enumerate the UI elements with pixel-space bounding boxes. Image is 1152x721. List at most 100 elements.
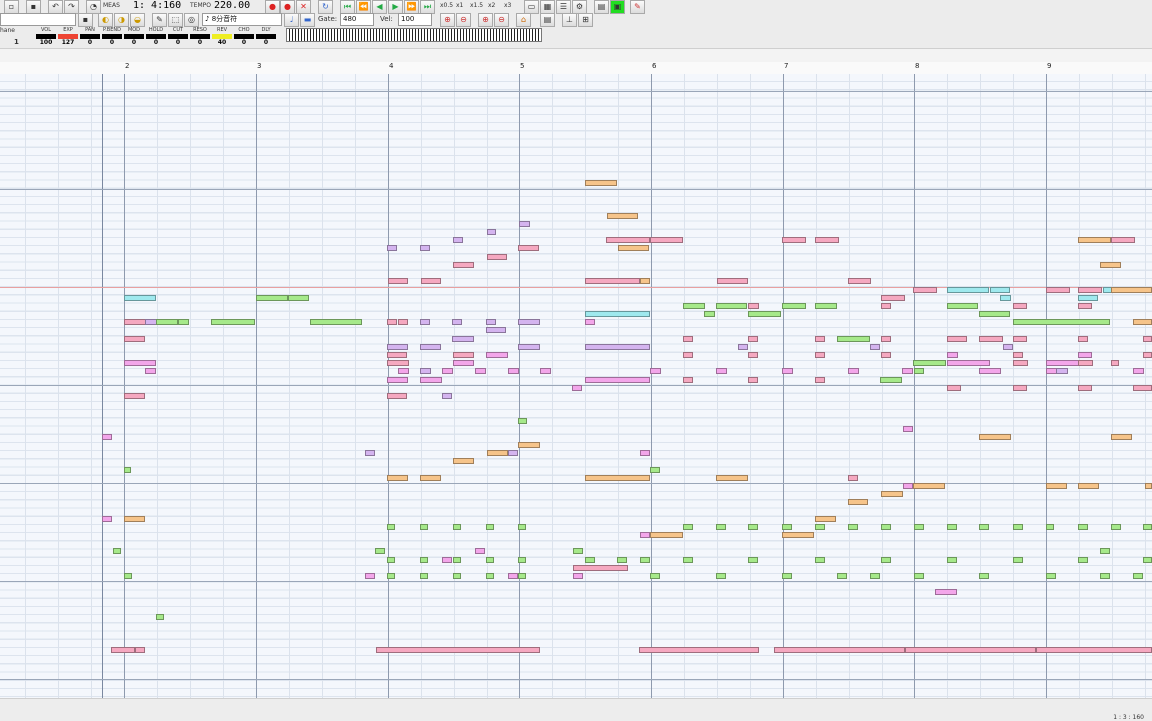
note-block[interactable] bbox=[453, 458, 474, 464]
note-block[interactable] bbox=[848, 475, 858, 481]
note-block[interactable] bbox=[420, 573, 428, 579]
note-block[interactable] bbox=[1111, 434, 1132, 440]
fast-forward-icon[interactable]: ⏩ bbox=[404, 0, 419, 14]
note-block[interactable] bbox=[518, 524, 526, 530]
note-block[interactable] bbox=[420, 245, 430, 251]
note-block[interactable] bbox=[782, 532, 814, 538]
gate-input[interactable]: 480 bbox=[340, 13, 374, 26]
note-block[interactable] bbox=[848, 278, 871, 284]
rate-x1[interactable]: x1 bbox=[456, 2, 463, 9]
note-block[interactable] bbox=[453, 237, 463, 243]
rate-x15[interactable]: x1.5 bbox=[470, 2, 483, 9]
home-icon[interactable]: ⌂ bbox=[516, 13, 531, 27]
note-block[interactable] bbox=[881, 557, 891, 563]
play-icon[interactable]: ▶ bbox=[388, 0, 403, 14]
note-block[interactable] bbox=[453, 262, 474, 268]
note-block[interactable] bbox=[486, 557, 494, 563]
note-block[interactable] bbox=[782, 368, 793, 374]
note-block[interactable] bbox=[156, 319, 178, 325]
note-block[interactable] bbox=[1111, 524, 1121, 530]
open-file-icon[interactable]: ▪ bbox=[26, 0, 41, 14]
note-block[interactable] bbox=[486, 327, 506, 333]
note-block[interactable] bbox=[518, 557, 526, 563]
note-block[interactable] bbox=[881, 336, 891, 342]
note-block[interactable] bbox=[387, 245, 397, 251]
note-block[interactable] bbox=[585, 278, 640, 284]
window-icon[interactable]: ▭ bbox=[524, 0, 539, 14]
note-block[interactable] bbox=[683, 336, 693, 342]
note-block[interactable] bbox=[1143, 557, 1152, 563]
note-block[interactable] bbox=[365, 450, 375, 456]
note-block[interactable] bbox=[1046, 524, 1054, 530]
note-block[interactable] bbox=[947, 287, 989, 293]
note-block[interactable] bbox=[256, 295, 288, 301]
note-block[interactable] bbox=[815, 524, 825, 530]
erase-icon[interactable]: ✕ bbox=[296, 0, 311, 14]
note-block[interactable] bbox=[113, 548, 121, 554]
note-block[interactable] bbox=[585, 344, 650, 350]
note-block[interactable] bbox=[124, 573, 132, 579]
note-block[interactable] bbox=[376, 647, 540, 653]
note-block[interactable] bbox=[815, 516, 836, 522]
grid-view-icon[interactable]: ▦ bbox=[540, 0, 555, 14]
note-block[interactable] bbox=[979, 336, 1003, 342]
note-block[interactable] bbox=[453, 360, 474, 366]
piano-roll-grid[interactable] bbox=[0, 74, 1152, 698]
note-block[interactable] bbox=[903, 426, 913, 432]
note-block[interactable] bbox=[387, 524, 395, 530]
note-block[interactable] bbox=[145, 368, 156, 374]
note-block[interactable] bbox=[748, 352, 758, 358]
note-block[interactable] bbox=[1078, 483, 1099, 489]
note-block[interactable] bbox=[815, 557, 825, 563]
note-block[interactable] bbox=[124, 360, 156, 366]
note-block[interactable] bbox=[1078, 237, 1111, 243]
note-block[interactable] bbox=[716, 368, 727, 374]
note-block[interactable] bbox=[585, 377, 650, 383]
note-block[interactable] bbox=[683, 377, 693, 383]
note-block[interactable] bbox=[442, 368, 453, 374]
note-block[interactable] bbox=[913, 287, 937, 293]
note-block[interactable] bbox=[124, 336, 145, 342]
note-block[interactable] bbox=[518, 245, 539, 251]
zoom-vertical-icon[interactable]: ⊖ bbox=[494, 13, 509, 27]
note-block[interactable] bbox=[518, 319, 540, 325]
note-block[interactable] bbox=[453, 524, 461, 530]
note-block[interactable] bbox=[111, 647, 135, 653]
save-icon[interactable]: ▪ bbox=[78, 13, 93, 27]
note-block[interactable] bbox=[475, 548, 485, 554]
zoom-horizontal-icon[interactable]: ⊕ bbox=[478, 13, 493, 27]
mixer-vol-control[interactable]: VOL 100 bbox=[36, 27, 56, 46]
note-block[interactable] bbox=[716, 524, 726, 530]
note-block[interactable] bbox=[1078, 360, 1093, 366]
note-block[interactable] bbox=[683, 524, 693, 530]
note-block[interactable] bbox=[288, 295, 309, 301]
note-block[interactable] bbox=[1078, 385, 1092, 391]
tools-icon[interactable]: ⚙ bbox=[572, 0, 587, 14]
note-block[interactable] bbox=[421, 278, 441, 284]
note-block[interactable] bbox=[1111, 360, 1119, 366]
note-block[interactable] bbox=[1013, 385, 1027, 391]
note-block[interactable] bbox=[748, 311, 781, 317]
note-block[interactable] bbox=[1143, 352, 1152, 358]
chip-icon[interactable]: ▣ bbox=[610, 0, 625, 14]
pencil-icon[interactable]: ✎ bbox=[152, 13, 167, 27]
note-block[interactable] bbox=[683, 557, 693, 563]
note-block[interactable] bbox=[572, 385, 582, 391]
note-block[interactable] bbox=[606, 237, 650, 243]
mixer-pbend-control[interactable]: P.BEND 0 bbox=[102, 27, 122, 46]
note-block[interactable] bbox=[935, 589, 957, 595]
note-block[interactable] bbox=[914, 524, 924, 530]
note-block[interactable] bbox=[508, 368, 519, 374]
note-block[interactable] bbox=[947, 352, 958, 358]
note-block[interactable] bbox=[640, 557, 650, 563]
rate-x3[interactable]: x3 bbox=[504, 2, 511, 9]
note-block[interactable] bbox=[102, 434, 112, 440]
note-block[interactable] bbox=[640, 532, 650, 538]
note-block[interactable] bbox=[585, 475, 650, 481]
note-block[interactable] bbox=[905, 647, 1036, 653]
note-block[interactable] bbox=[1013, 524, 1023, 530]
note-block[interactable] bbox=[519, 221, 530, 227]
note-block[interactable] bbox=[486, 352, 508, 358]
note-block[interactable] bbox=[442, 557, 452, 563]
note-block[interactable] bbox=[585, 311, 650, 317]
